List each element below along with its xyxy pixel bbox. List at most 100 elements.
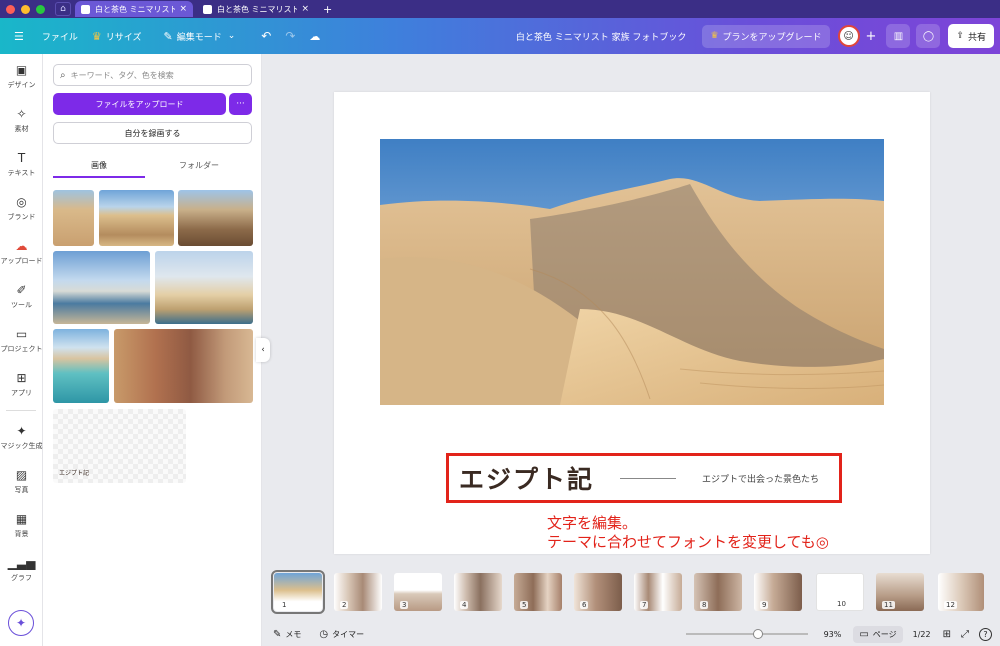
zoom-level[interactable]: 93%	[824, 630, 842, 639]
rail-item-projects[interactable]: ▭ プロジェクト	[0, 318, 43, 362]
page-number: 6	[580, 601, 589, 609]
rail-item-text[interactable]: T テキスト	[0, 142, 43, 186]
grid-view-icon[interactable]: ⊞	[943, 629, 951, 640]
page-thumbnail[interactable]: 12	[938, 573, 984, 611]
desert-photo[interactable]	[380, 139, 884, 405]
document-title[interactable]: 白と茶色 ミニマリスト 家族 フォトブック	[516, 30, 687, 43]
page-subtitle[interactable]: エジプトで出会った景色たち	[702, 472, 819, 485]
rail-item-design[interactable]: ▣ デザイン	[0, 54, 43, 98]
uploaded-image[interactable]	[53, 251, 150, 324]
insights-icon[interactable]: ▥	[886, 24, 911, 48]
tab-favicon-icon	[81, 4, 90, 14]
page-thumbnail[interactable]: 3	[394, 573, 442, 611]
desert-dunes-image	[380, 139, 884, 405]
rail-item-apps[interactable]: ⊞ アプリ	[0, 362, 43, 406]
edit-mode-dropdown[interactable]: ✎ 編集モード ⌄	[164, 30, 236, 43]
help-icon[interactable]: ?	[979, 627, 992, 641]
page-thumbnail[interactable]: 1	[271, 570, 325, 614]
rail-divider	[6, 410, 36, 411]
apps-icon: ⊞	[16, 370, 27, 385]
uploaded-image-transparent[interactable]: エジプト記	[53, 409, 186, 483]
rail-label: 背景	[14, 529, 29, 538]
avatar[interactable]: ☺	[837, 25, 860, 47]
page-thumbnail[interactable]: 5	[514, 573, 562, 611]
rail-item-background[interactable]: ▦ 背景	[0, 503, 43, 547]
page-thumbnail[interactable]: 8	[694, 573, 742, 611]
rail-item-upload[interactable]: ☁ アップロード	[0, 230, 43, 274]
browser-tab-2[interactable]: 白と茶色 ミニマリスト... ×	[197, 1, 315, 17]
tab-images[interactable]: 画像	[53, 160, 145, 171]
file-menu[interactable]: ファイル	[42, 30, 78, 43]
upgrade-button[interactable]: ♛ プランをアップグレード	[702, 24, 830, 48]
record-yourself-button[interactable]: 自分を録画する	[53, 122, 252, 144]
minimize-window-dot[interactable]	[21, 4, 30, 14]
rail-item-elements[interactable]: ✧ 素材	[0, 98, 43, 142]
browser-tab-1[interactable]: 白と茶色 ミニマリスト... ×	[75, 1, 193, 17]
rail-item-tools[interactable]: ✐ ツール	[0, 274, 43, 318]
crown-icon: ♛	[710, 31, 719, 41]
search-input[interactable]: ⌕ キーワード、タグ、色を検索	[53, 64, 252, 86]
tab-close-icon[interactable]: ×	[301, 4, 309, 14]
uploaded-image[interactable]	[53, 190, 94, 246]
page-thumbnail[interactable]: 7	[634, 573, 682, 611]
magic-media-icon: ✦	[16, 423, 27, 438]
timer-button[interactable]: ◷ タイマー	[319, 629, 364, 640]
add-collaborator-icon[interactable]: +	[866, 29, 877, 44]
rail-item-photos[interactable]: ▨ 写真	[0, 459, 43, 503]
share-button[interactable]: ⇪ 共有	[948, 24, 994, 48]
home-icon[interactable]: ⌂	[55, 2, 71, 16]
uploads-panel: ⌕ キーワード、タグ、色を検索 ファイルをアップロード ··· 自分を録画する …	[43, 54, 262, 646]
page-thumbnail[interactable]: 4	[454, 573, 502, 611]
page-counter[interactable]: 1/22	[913, 630, 931, 639]
rail-item-charts[interactable]: ▁▃▅ グラフ	[0, 547, 43, 591]
folder-icon: ▭	[15, 326, 28, 341]
elements-icon: ✧	[16, 106, 27, 121]
more-options-button[interactable]: ···	[229, 93, 252, 115]
tab-close-icon[interactable]: ×	[179, 4, 187, 14]
uploaded-image[interactable]	[155, 251, 253, 324]
uploaded-image[interactable]	[114, 329, 253, 403]
maximize-window-dot[interactable]	[36, 4, 45, 14]
page-thumbnail[interactable]: 9	[754, 573, 802, 611]
cloud-sync-icon[interactable]: ☁	[309, 30, 320, 43]
page-thumbnail[interactable]: 10	[816, 573, 864, 611]
title-text-box[interactable]: エジプト記 エジプトで出会った景色たち	[446, 453, 842, 503]
uploaded-image[interactable]	[53, 329, 109, 403]
tab-folders[interactable]: フォルダー	[153, 160, 245, 171]
rail-label: プロジェクト	[0, 344, 43, 353]
redo-icon[interactable]: ↷	[285, 29, 295, 43]
fullscreen-icon[interactable]: ⤢	[961, 629, 969, 640]
rail-label: 写真	[14, 485, 29, 494]
zoom-slider-handle[interactable]	[752, 629, 763, 639]
menu-icon[interactable]: ☰	[14, 30, 28, 43]
text-icon: T	[17, 150, 26, 165]
magic-assistant-icon[interactable]: ✦	[8, 610, 34, 636]
page-thumbnail[interactable]: 11	[876, 573, 924, 611]
upload-files-label: ファイルをアップロード	[95, 99, 184, 109]
rail-item-brand[interactable]: ◎ ブランド	[0, 186, 43, 230]
notes-button[interactable]: ✎ メモ	[273, 629, 301, 640]
new-tab-icon[interactable]: +	[323, 3, 332, 16]
design-icon: ▣	[15, 62, 28, 77]
page-thumbnail[interactable]: 6	[574, 573, 622, 611]
upload-files-button[interactable]: ファイルをアップロード	[53, 93, 226, 115]
uploaded-image[interactable]	[178, 190, 253, 246]
design-page[interactable]: エジプト記 エジプトで出会った景色たち	[334, 92, 930, 554]
upgrade-label: プランをアップグレード	[722, 32, 822, 43]
page-number: 4	[460, 601, 469, 609]
tab-favicon-icon	[203, 4, 212, 14]
zoom-slider[interactable]	[685, 629, 808, 639]
uploaded-image[interactable]	[99, 190, 174, 246]
comment-icon[interactable]: ◯	[916, 24, 941, 48]
photo-icon: ▨	[15, 467, 28, 482]
resize-button[interactable]: ♛ リサイズ	[92, 30, 142, 43]
page-title[interactable]: エジプト記	[459, 460, 594, 496]
page-thumbnail[interactable]: 2	[334, 573, 382, 611]
pages-view-button[interactable]: ▭ ページ	[853, 625, 903, 643]
close-window-dot[interactable]	[6, 4, 15, 14]
annotation-note: 文字を編集。 テーマに合わせてフォントを変更しても◎	[545, 514, 831, 552]
side-rail: ▣ デザイン ✧ 素材 T テキスト ◎ ブランド ☁ アップロード ✐ ツール ▭ プロジェ…	[0, 54, 43, 646]
annotation-line-1: 文字を編集。	[547, 514, 638, 532]
undo-icon[interactable]: ↶	[261, 29, 271, 43]
rail-item-magic-media[interactable]: ✦ マジック生成	[0, 415, 43, 459]
